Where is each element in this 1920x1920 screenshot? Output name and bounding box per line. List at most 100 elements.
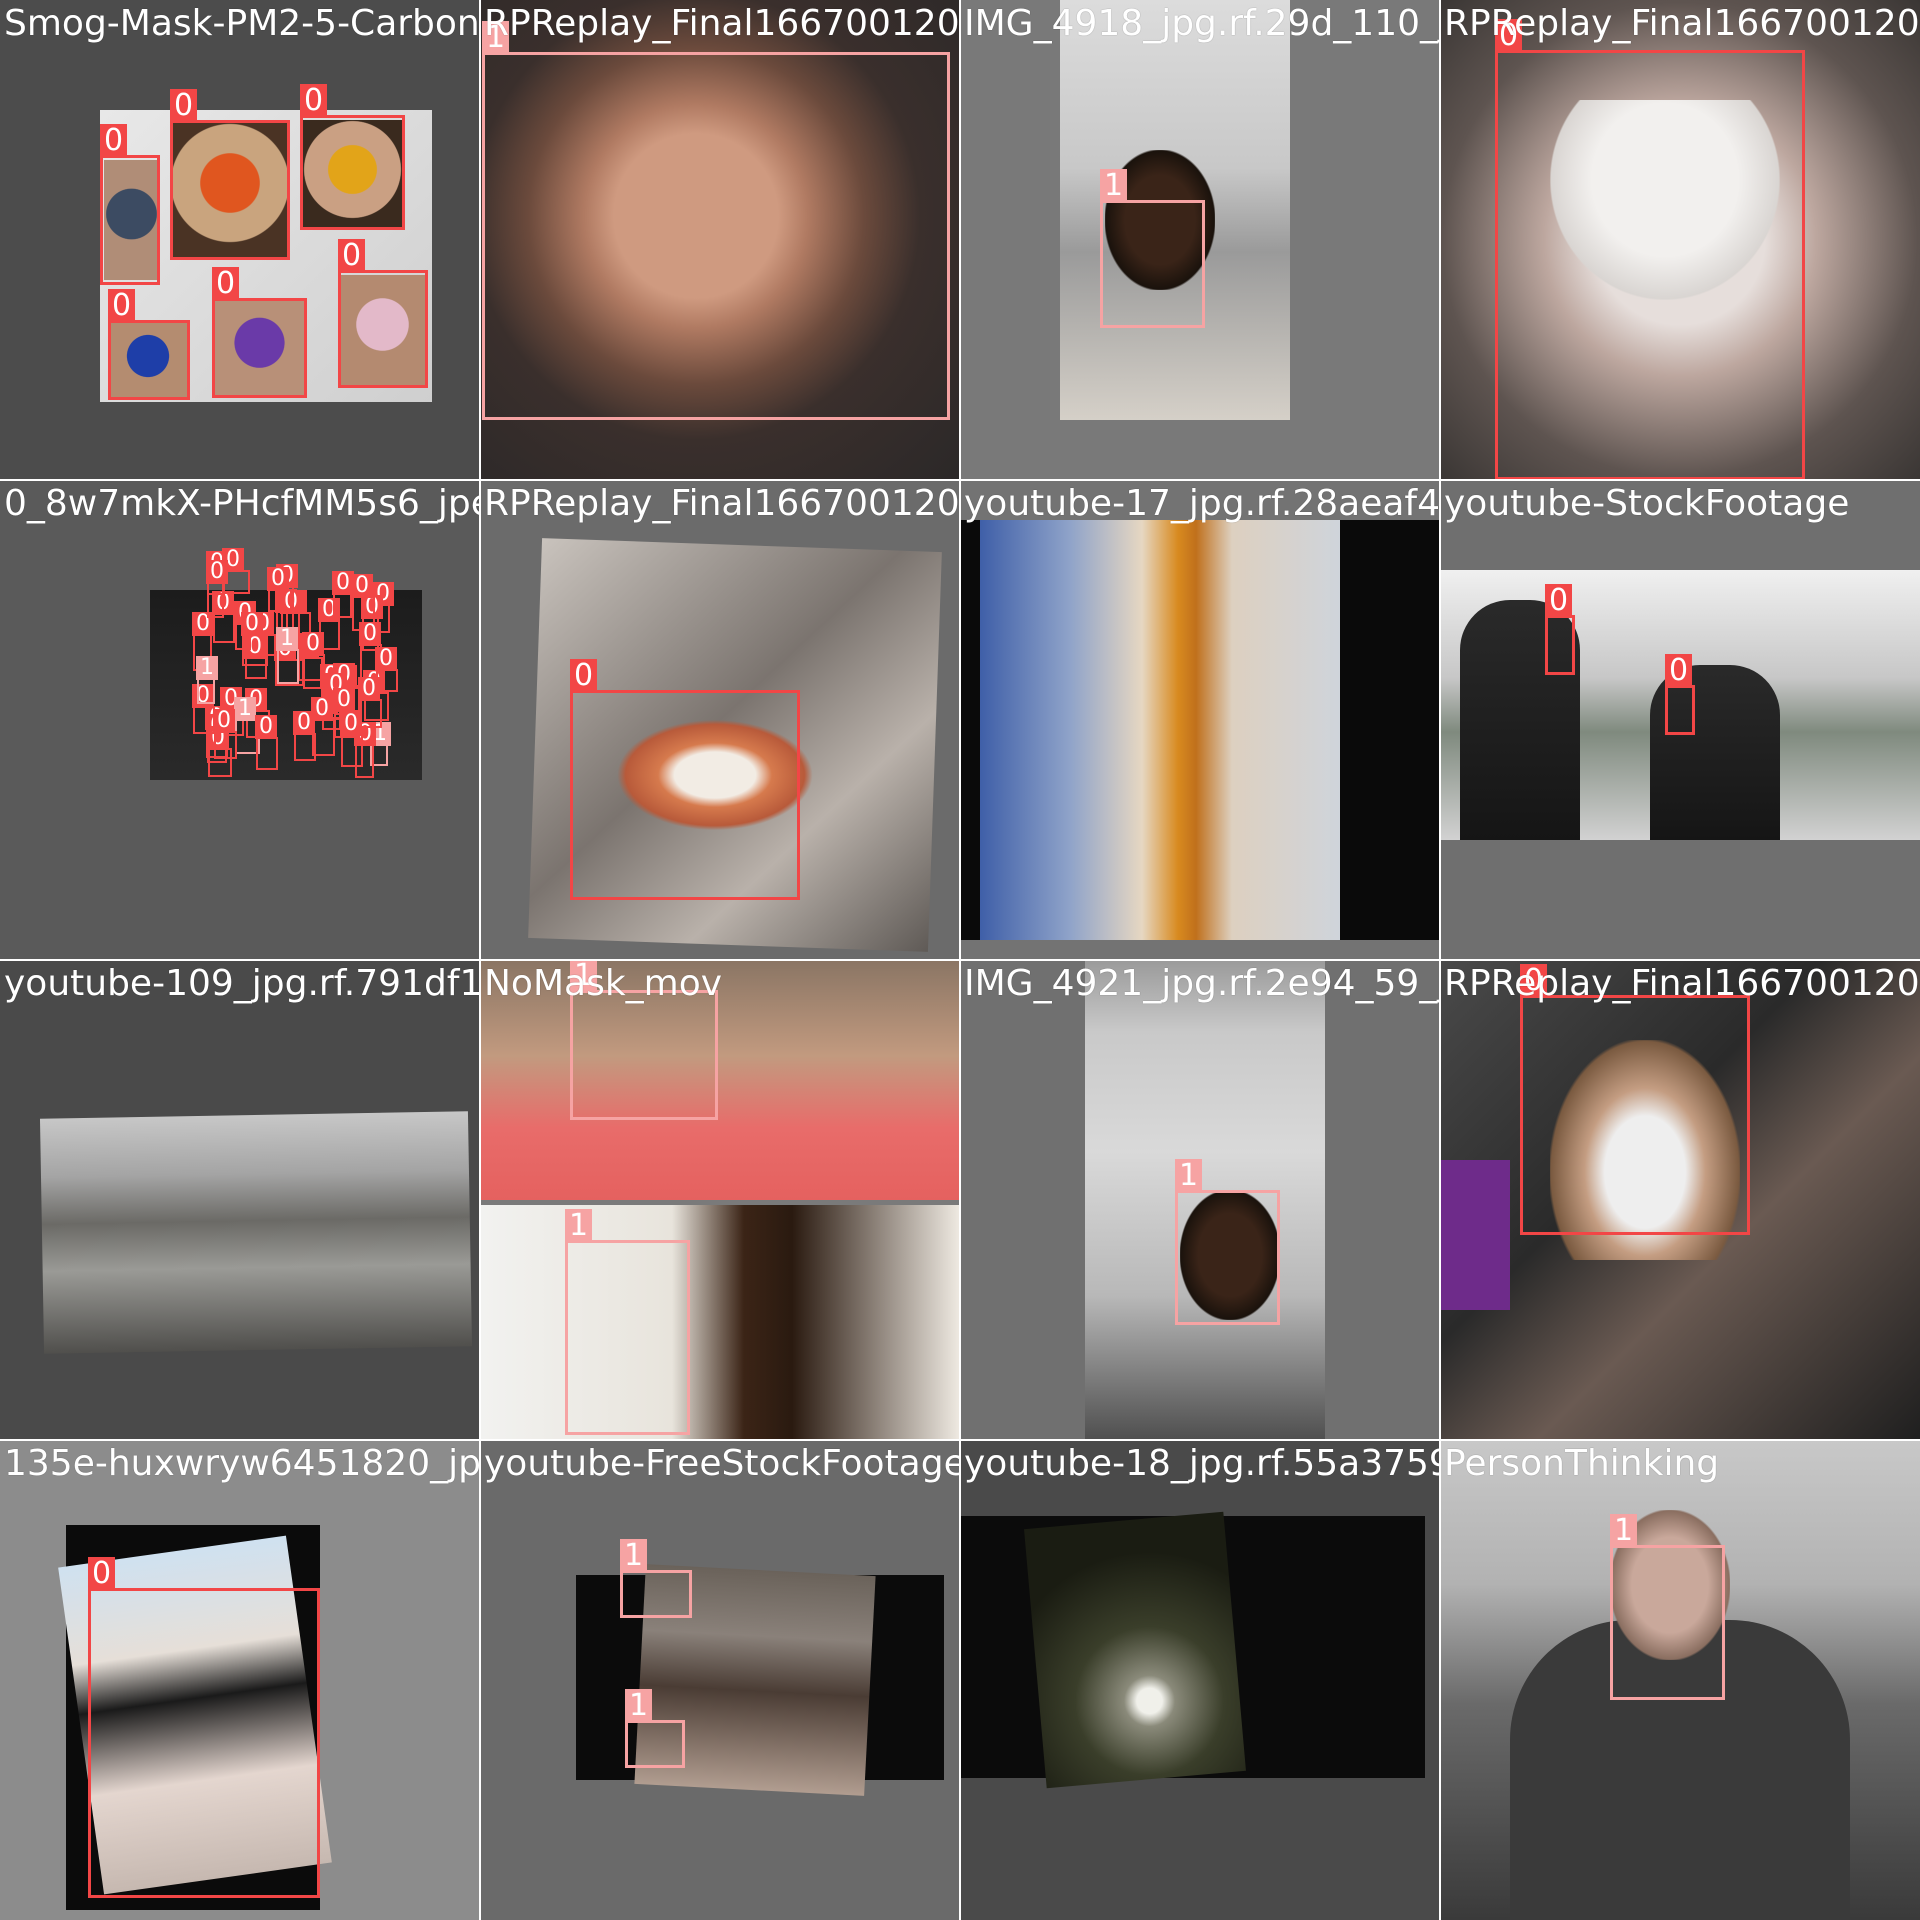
tile-two-men-video: NoMask_mov 1 1: [480, 960, 960, 1440]
detection-class-label: 1: [1610, 1514, 1638, 1548]
detection-box-class-1: 1: [1175, 1159, 1280, 1325]
detection-box-class-0: 0: [333, 688, 359, 738]
purple-sign: [1440, 1160, 1510, 1310]
tile-bearded-man: PersonThinking 1: [1440, 1440, 1920, 1920]
detection-box-class-0: 0: [302, 632, 325, 689]
detection-box-class-0: 0: [300, 84, 405, 230]
tile-filename: 135e-huxwryw6451820_jpg.rf: [4, 1443, 480, 1484]
tile-glasses-mask: 135e-huxwryw6451820_jpg.rf 0: [0, 1440, 480, 1920]
tile-crowd: 0000010000000000100000000001000000000010…: [0, 480, 480, 960]
grid-divider-h3: [0, 1439, 1920, 1441]
detection-class-label: 0: [88, 1557, 116, 1591]
detection-class-label: 0: [213, 709, 235, 733]
detection-box-class-0: 0: [311, 697, 335, 756]
detection-class-label: 0: [267, 567, 289, 591]
detection-class-label: 1: [1100, 169, 1128, 203]
detection-box-class-0: 0: [170, 89, 290, 260]
detection-class-label: 1: [1175, 1159, 1203, 1193]
bottom-man-photo: [480, 1205, 960, 1440]
detection-class-label: 0: [570, 659, 598, 693]
detection-box-class-1: 1: [482, 21, 950, 420]
detection-class-label: 0: [375, 647, 397, 671]
detection-class-label: 0: [170, 89, 198, 123]
detection-box-class-1: 1: [620, 1539, 692, 1618]
tile-upside-down-man: IMG_4921_jpg.rf.2e94_59_jpg.rf 1: [960, 960, 1440, 1440]
tile-filename: RPReplay_Final1667001201: [1444, 963, 1920, 1004]
detection-class-label: 0: [212, 267, 240, 301]
tile-landscape: youtube-109_jpg.rf.791df13c: [0, 960, 480, 1440]
detection-class-label: 1: [620, 1539, 648, 1573]
detection-class-label: 1: [234, 697, 256, 721]
detection-box-class-0: 0: [100, 124, 160, 285]
detection-box-class-1: 1: [276, 627, 299, 684]
detection-class-label: 0: [1545, 584, 1573, 618]
detection-box-class-0: 0: [570, 659, 800, 900]
river-landscape-photo: [39, 1111, 473, 1354]
detection-class-label: 0: [311, 697, 333, 721]
detection-class-label: 0: [1665, 654, 1693, 688]
detection-class-label: 0: [255, 715, 277, 739]
tile-two-women: youtube-FreeStockFootage 1 1: [480, 1440, 960, 1920]
tile-mask-collage: Smog-Mask-PM2-5-Carbon-Filter-Face-Masks…: [0, 0, 480, 480]
detection-box-class-0: 0: [1665, 654, 1695, 735]
tile-filename: IMG_4918_jpg.rf.29d_110_jpg.rf: [964, 3, 1440, 44]
detection-box-class-0: 0: [1545, 584, 1575, 675]
tile-filename: NoMask_mov: [484, 963, 723, 1004]
detection-class-label: 1: [625, 1689, 653, 1723]
tile-man-portrait: IMG_4918_jpg.rf.29d_110_jpg.rf 1: [960, 0, 1440, 480]
detection-box-class-0: 0: [108, 289, 190, 400]
detection-box-class-0: 0: [332, 571, 354, 618]
detection-box-class-0: 0: [1520, 964, 1750, 1235]
detection-box-class-0: 0: [1495, 19, 1805, 480]
detection-box-class-0: 0: [338, 239, 428, 388]
detection-box-class-0: 0: [255, 715, 278, 770]
detection-class-label: 0: [333, 688, 355, 712]
tile-tree-canopy: youtube-18_jpg.rf.55a37596: [960, 1440, 1440, 1920]
detection-mosaic: Smog-Mask-PM2-5-Carbon-Filter-Face-Masks…: [0, 0, 1920, 1920]
detection-class-label: 0: [206, 560, 228, 584]
grid-divider-h2: [0, 959, 1920, 961]
detection-box-class-0: 0: [206, 560, 228, 618]
detection-box-class-0: 0: [213, 709, 237, 759]
detection-box-class-1: 1: [570, 960, 718, 1120]
detection-box-class-0: 0: [358, 677, 382, 728]
detection-class-label: 0: [338, 239, 366, 273]
detection-box-class-1: 1: [196, 656, 218, 704]
detection-class-label: 1: [565, 1209, 593, 1243]
tile-filename: 0_8w7mkX-PHcfMM5s6_jpeg.rf: [4, 483, 480, 524]
detection-class-label: 0: [302, 632, 324, 656]
detection-class-label: 0: [359, 622, 381, 646]
detection-class-label: 0: [358, 677, 380, 701]
tile-filename: RPReplay_Final1667001201: [484, 3, 960, 44]
detection-class-label: 1: [276, 627, 298, 651]
tile-filename: PersonThinking: [1444, 1443, 1720, 1484]
detection-class-label: 0: [241, 612, 263, 636]
crowd-detection-layer: 0000010000000000100000000001000000000010…: [0, 480, 480, 960]
tile-upside-down-masked-face: RPReplay_Final1667001201 0: [1440, 0, 1920, 480]
detection-box-class-0: 0: [241, 612, 268, 666]
tile-masked-woman: RPReplay_Final1667001201 0: [1440, 960, 1920, 1440]
detection-box-class-0: 0: [192, 684, 215, 734]
detection-box-class-0: 0: [212, 267, 307, 398]
detection-class-label: 0: [100, 124, 128, 158]
tile-filename: Smog-Mask-PM2-5-Carbon-Filter-Face-Masks: [4, 3, 480, 44]
tile-two-people-outdoor: youtube-StockFootage 0 0: [1440, 480, 1920, 960]
tile-filename: RPReplay_Final1667001201: [1444, 3, 1920, 44]
grid-divider-h1: [0, 479, 1920, 481]
tile-filename: youtube-18_jpg.rf.55a37596: [964, 1443, 1440, 1484]
detection-box-class-0: 0: [267, 567, 292, 612]
blue-wood-photo: [980, 520, 1340, 940]
detection-box-class-0: 0: [88, 1557, 320, 1898]
tile-filename: youtube-109_jpg.rf.791df13c: [4, 963, 480, 1004]
detection-box-class-1: 1: [625, 1689, 685, 1768]
detection-class-label: 0: [108, 289, 136, 323]
tile-man-closeup: RPReplay_Final1667001201 1: [480, 0, 960, 480]
detection-class-label: 0: [300, 84, 328, 118]
detection-class-label: 1: [196, 656, 218, 680]
tile-filename: youtube-17_jpg.rf.28aeaf4a0b: [964, 483, 1440, 524]
tree-canopy-photo: [1024, 1511, 1246, 1789]
tile-wood-texture: youtube-17_jpg.rf.28aeaf4a0b: [960, 480, 1440, 960]
tile-orange-mask: RPReplay_Final1667001201 0: [480, 480, 960, 960]
detection-box-class-1: 1: [1610, 1514, 1725, 1700]
detection-class-label: 0: [351, 574, 373, 598]
